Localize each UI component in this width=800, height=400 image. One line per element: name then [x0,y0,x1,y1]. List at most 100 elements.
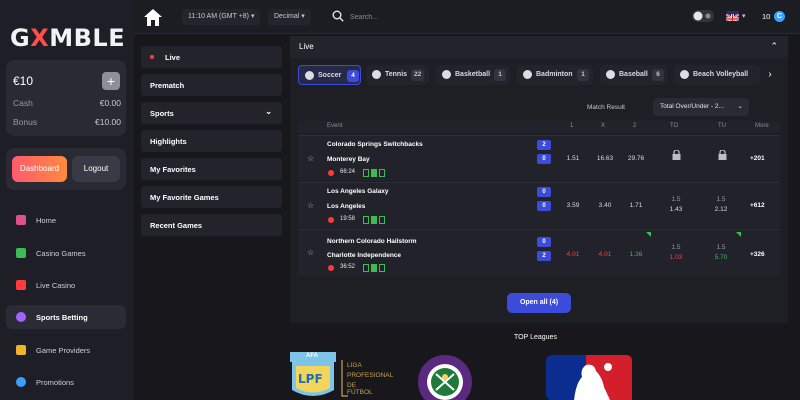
menu-highlights[interactable]: Highlights [141,130,282,152]
stats-icon[interactable] [371,169,377,177]
more-markets-link[interactable]: +201 [750,155,765,162]
stats-icon[interactable] [371,264,377,272]
menu-prematch[interactable]: Prematch [141,74,282,96]
menu-recent-games[interactable]: Recent Games [141,214,282,236]
nav-promotions[interactable]: Promotions [6,370,126,394]
favorite-star-icon[interactable]: ☆ [307,201,314,210]
chevron-up-icon[interactable]: ⌃ [770,41,778,52]
soccer-ball-icon [305,71,314,80]
baseball-icon [606,70,615,79]
left-sidebar: GXMBLE €10 + Cash €0.00 Bonus €10.00 Dashb… [0,0,134,400]
play-icon [16,280,26,290]
live-indicator-icon [328,170,334,176]
coin-icon: C [774,11,785,22]
live-indicator-icon [328,265,334,271]
market-select[interactable]: Total Over/Under - 2... ⌄ [653,98,749,116]
favorite-star-icon[interactable]: ☆ [307,154,314,163]
odds-x[interactable]: 3.40 [590,202,620,209]
score-home: 2 [537,140,551,150]
menu-sports[interactable]: Sports ⌄ [141,102,282,124]
odds-total-under[interactable]: 1.5 2.12 [706,196,736,213]
odds-1[interactable]: 4.01 [558,251,588,258]
menu-my-favorite-games[interactable]: My Favorite Games [141,186,282,208]
home-icon [16,215,26,225]
more-markets-link[interactable]: +612 [750,202,765,209]
bonus-row: Bonus €10.00 [13,117,121,127]
tab-beach-volleyball[interactable]: Beach Volleyball [674,65,760,85]
wimbledon-emblem-icon [418,355,472,400]
score-home: 0 [537,187,551,197]
odds-total-over[interactable]: 1.5 1.03 [661,244,691,261]
odds-2[interactable]: 1.71 [621,202,651,209]
search-icon[interactable] [332,10,344,22]
providers-icon [16,345,26,355]
chevron-down-icon[interactable]: ▾ [742,12,746,20]
odds-format-select[interactable]: Decimal ▾ [268,9,311,25]
live-indicator-icon [328,217,334,223]
liga-profesional-logo[interactable]: AFA LPF LIGA PROFESIONAL DE FÚTBOL [290,352,393,400]
stats-icon[interactable] [379,264,385,272]
sport-tabs: Soccer 4 Tennis 22 Basketball 1 Badminto… [298,65,770,87]
event-row[interactable]: ☆ Los Angeles Galaxy Los Angeles 19:58 0… [298,182,780,228]
add-funds-button[interactable]: + [102,72,120,90]
stats-icon[interactable] [371,216,377,224]
lock-icon [672,150,681,160]
wallet-balance: €10 [13,74,34,88]
nav-home[interactable]: Home [6,208,126,232]
menu-my-favorites[interactable]: My Favorites [141,158,282,180]
auth-box: Dashboard Logout [6,148,126,190]
nav-live-casino[interactable]: Live Casino [6,273,126,297]
odds-x[interactable]: 16.63 [590,155,620,162]
live-dot-icon [150,55,154,59]
open-all-button[interactable]: Open all (4) [507,293,571,313]
wimbledon-logo[interactable] [416,352,474,400]
nav-game-providers[interactable]: Game Providers [6,338,126,362]
odds-total-under[interactable]: 1.5 5.70 [706,244,736,261]
stats-icon[interactable] [363,169,369,177]
dashboard-button[interactable]: Dashboard [12,156,67,182]
score-home: 0 [537,237,551,247]
odds-1[interactable]: 1.51 [558,155,588,162]
tab-badminton[interactable]: Badminton 1 [517,65,593,85]
ball-icon [16,312,26,322]
uk-flag-icon[interactable] [726,11,739,21]
tennis-ball-icon [372,70,381,79]
event-row[interactable]: ☆ Colorado Springs Switchbacks Monterey … [298,135,780,181]
favorite-star-icon[interactable]: ☆ [307,248,314,257]
mlb-logo[interactable] [546,355,632,400]
brand-logo[interactable]: GXMBLE [10,24,125,52]
stats-icon[interactable] [379,169,385,177]
lock-icon [718,150,727,160]
time-zone-select[interactable]: 11:10 AM (GMT +8) ▾ [182,9,261,25]
stats-icon[interactable] [379,216,385,224]
chevron-right-icon[interactable]: › [762,66,778,84]
home-icon[interactable] [142,7,164,27]
tab-baseball[interactable]: Baseball 6 [600,65,667,85]
search-input[interactable] [350,9,610,25]
odds-x[interactable]: 4.01 [590,251,620,258]
odds-up-icon [736,232,741,237]
menu-live[interactable]: Live [141,46,282,68]
tab-tennis[interactable]: Tennis 22 [366,65,429,85]
live-panel-header[interactable]: Live ⌃ [290,36,788,58]
odds-total-over[interactable]: 1.5 1.43 [661,196,691,213]
more-markets-link[interactable]: +326 [750,251,765,258]
odds-2[interactable]: 29.76 [621,155,651,162]
stats-icon[interactable] [363,216,369,224]
dice-icon [16,248,26,258]
theme-toggle[interactable] [692,10,714,22]
top-leagues-title: TOP Leagues [514,334,557,341]
nav-casino-games[interactable]: Casino Games [6,241,126,265]
tab-basketball[interactable]: Basketball 1 [436,65,510,85]
nav-sports-betting[interactable]: Sports Betting [6,305,126,329]
stats-icon[interactable] [363,264,369,272]
chevron-down-icon: ⌄ [265,107,272,116]
wallet-card: €10 + Cash €0.00 Bonus €10.00 [6,60,126,136]
tab-soccer[interactable]: Soccer 4 [298,65,361,85]
logout-button[interactable]: Logout [72,156,120,182]
score-away: 0 [537,201,551,211]
event-row[interactable]: ☆ Northern Colorado Hailstorm Charlotte … [298,229,780,275]
odds-1[interactable]: 3.59 [558,202,588,209]
promo-icon [16,377,26,387]
odds-2[interactable]: 1.36 [621,251,651,258]
